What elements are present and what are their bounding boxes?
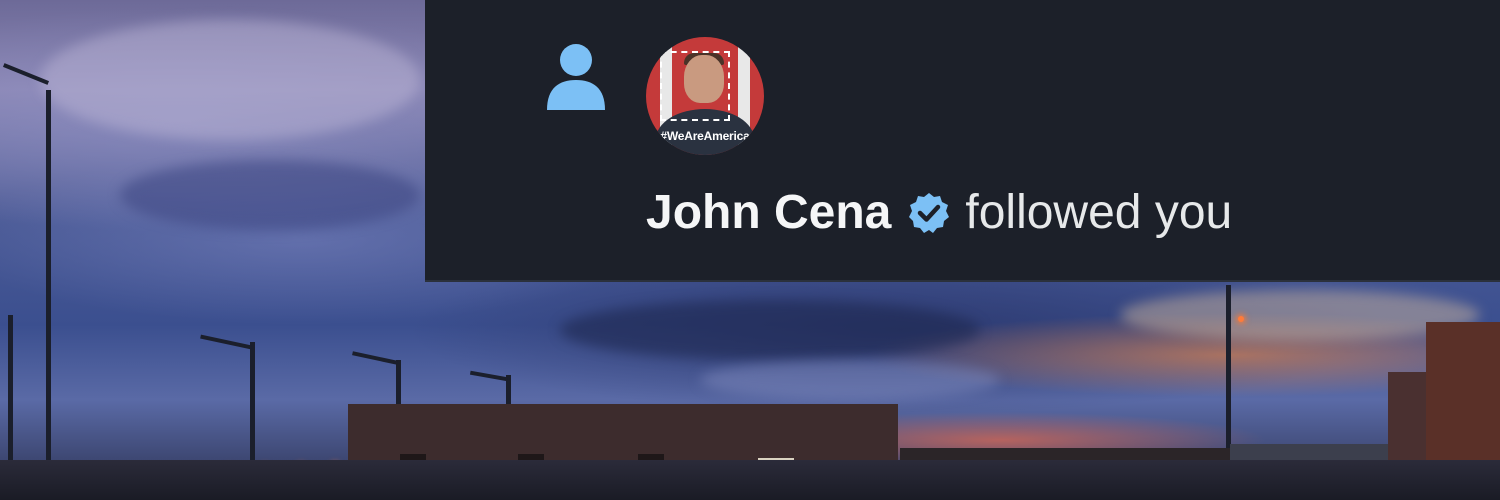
- cloud: [700, 360, 1000, 400]
- cloud: [40, 20, 420, 140]
- street-lamp-arm: [352, 351, 398, 365]
- lamp-glow: [1238, 316, 1244, 322]
- person-icon: [547, 44, 605, 110]
- street-lamp-arm: [469, 370, 509, 382]
- street-lamp: [46, 90, 51, 500]
- cloud: [560, 300, 980, 360]
- cloud: [120, 160, 420, 230]
- user-name-link[interactable]: John Cena: [646, 184, 891, 242]
- avatar[interactable]: #WeAreAmerica: [646, 37, 764, 155]
- verified-badge-icon: [909, 193, 950, 233]
- action-text: followed you: [965, 186, 1233, 239]
- notification-text: John Cena followed you: [646, 184, 1232, 242]
- avatar-frame: [660, 51, 730, 121]
- avatar-caption: #WeAreAmerica: [660, 129, 750, 143]
- ground: [0, 460, 1500, 500]
- notification-card[interactable]: #WeAreAmerica John Cena followed you: [425, 0, 1500, 282]
- street-lamp-arm: [200, 334, 252, 350]
